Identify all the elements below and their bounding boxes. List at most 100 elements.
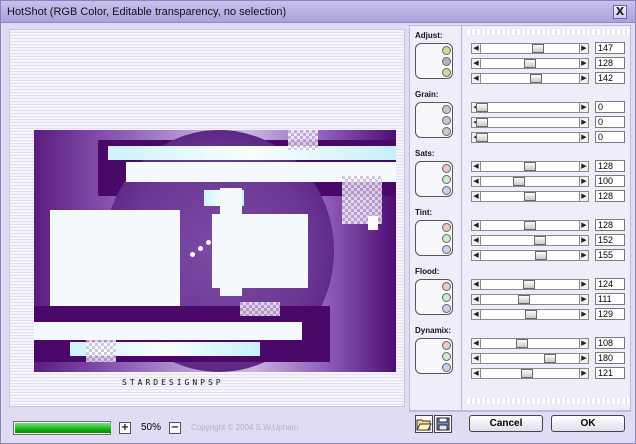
arrow-left-icon[interactable]: ◀ (472, 295, 481, 304)
slider-thumb[interactable] (518, 295, 531, 304)
slider-1-0[interactable]: ◀▶ (471, 102, 589, 113)
value-input-4-2[interactable]: 129 (595, 308, 625, 320)
arrow-right-icon[interactable]: ▶ (579, 162, 588, 171)
value-input-4-1[interactable]: 111 (595, 293, 625, 305)
arrow-left-icon[interactable]: ◀ (472, 251, 481, 260)
slider-thumb[interactable] (521, 369, 534, 378)
slider-thumb[interactable] (524, 192, 536, 201)
slider-2-2[interactable]: ◀ ▶ (471, 191, 589, 202)
arrow-right-icon[interactable]: ▶ (579, 118, 588, 127)
slider-thumb[interactable] (529, 74, 542, 83)
arrow-left-icon[interactable]: ◀ (472, 236, 481, 245)
arrow-right-icon[interactable]: ▶ (579, 310, 588, 319)
slider-2-1[interactable]: ◀ ▶ (471, 176, 589, 187)
slider-5-1[interactable]: ◀ ▶ (471, 353, 589, 364)
arrow-right-icon[interactable]: ▶ (579, 44, 588, 53)
arrow-left-icon[interactable]: ◀ (472, 192, 481, 201)
value-input-2-2[interactable]: 128 (595, 190, 625, 202)
slider-thumb[interactable] (516, 339, 529, 348)
slider-thumb[interactable] (544, 354, 557, 363)
value-input-0-2[interactable]: 142 (595, 72, 625, 84)
value-input-4-0[interactable]: 124 (595, 278, 625, 290)
preview-canvas[interactable] (34, 130, 396, 372)
slider-0-2[interactable]: ◀ ▶ (471, 73, 589, 84)
value-input-1-1[interactable]: 0 (595, 116, 625, 128)
arrow-right-icon[interactable]: ▶ (579, 369, 588, 378)
arrow-left-icon[interactable]: ◀ (472, 354, 481, 363)
open-button[interactable] (415, 415, 433, 433)
slider-thumb[interactable] (476, 103, 488, 112)
slider-thumb[interactable] (531, 44, 544, 53)
value-input-5-2[interactable]: 121 (595, 367, 625, 379)
arrow-left-icon[interactable]: ◀ (472, 369, 481, 378)
arrow-right-icon[interactable]: ▶ (579, 59, 588, 68)
zoom-in-button[interactable]: + (119, 422, 131, 434)
value-input-5-0[interactable]: 108 (595, 337, 625, 349)
value-input-1-2[interactable]: 0 (595, 131, 625, 143)
slider-5-2[interactable]: ◀ ▶ (471, 368, 589, 379)
zoom-out-button[interactable]: − (169, 422, 181, 434)
group-preset-button-5[interactable] (415, 338, 453, 374)
slider-3-2[interactable]: ◀ ▶ (471, 250, 589, 261)
group-preset-button-3[interactable] (415, 220, 453, 256)
group-preset-button-0[interactable] (415, 43, 453, 79)
arrow-left-icon[interactable]: ◀ (472, 280, 481, 289)
slider-3-0[interactable]: ◀ ▶ (471, 220, 589, 231)
arrow-right-icon[interactable]: ▶ (579, 280, 588, 289)
arrow-left-icon[interactable]: ◀ (472, 310, 481, 319)
value-input-2-1[interactable]: 100 (595, 175, 625, 187)
slider-thumb[interactable] (523, 280, 536, 289)
slider-1-1[interactable]: ◀▶ (471, 117, 589, 128)
slider-thumb[interactable] (476, 133, 488, 142)
slider-thumb[interactable] (524, 59, 536, 68)
value-input-1-0[interactable]: 0 (595, 101, 625, 113)
ok-button[interactable]: OK (551, 415, 625, 432)
slider-4-2[interactable]: ◀ ▶ (471, 309, 589, 320)
arrow-right-icon[interactable]: ▶ (579, 354, 588, 363)
slider-thumb[interactable] (524, 221, 536, 230)
slider-4-0[interactable]: ◀ ▶ (471, 279, 589, 290)
value-input-2-0[interactable]: 128 (595, 160, 625, 172)
value-input-3-2[interactable]: 155 (595, 249, 625, 261)
arrow-right-icon[interactable]: ▶ (579, 339, 588, 348)
arrow-right-icon[interactable]: ▶ (579, 236, 588, 245)
slider-1-2[interactable]: ◀▶ (471, 132, 589, 143)
slider-thumb[interactable] (524, 310, 537, 319)
arrow-left-icon[interactable]: ◀ (472, 339, 481, 348)
arrow-right-icon[interactable]: ▶ (579, 192, 588, 201)
arrow-right-icon[interactable]: ▶ (579, 295, 588, 304)
slider-thumb[interactable] (476, 118, 488, 127)
value-input-5-1[interactable]: 180 (595, 352, 625, 364)
slider-2-0[interactable]: ◀ ▶ (471, 161, 589, 172)
arrow-left-icon[interactable]: ◀ (472, 162, 481, 171)
arrow-right-icon[interactable]: ▶ (579, 133, 588, 142)
group-preset-button-4[interactable] (415, 279, 453, 315)
slider-0-1[interactable]: ◀ ▶ (471, 58, 589, 69)
arrow-left-icon[interactable]: ◀ (472, 74, 481, 83)
group-preset-button-2[interactable] (415, 161, 453, 197)
arrow-left-icon[interactable]: ◀ (472, 59, 481, 68)
arrow-left-icon[interactable]: ◀ (472, 177, 481, 186)
slider-thumb[interactable] (534, 251, 547, 260)
slider-3-1[interactable]: ◀ ▶ (471, 235, 589, 246)
slider-4-1[interactable]: ◀ ▶ (471, 294, 589, 305)
arrow-right-icon[interactable]: ▶ (579, 74, 588, 83)
arrow-right-icon[interactable]: ▶ (579, 221, 588, 230)
slider-thumb[interactable] (513, 177, 526, 186)
arrow-right-icon[interactable]: ▶ (579, 103, 588, 112)
value-input-0-1[interactable]: 128 (595, 57, 625, 69)
group-preset-button-1[interactable] (415, 102, 453, 138)
slider-thumb[interactable] (533, 236, 546, 245)
arrow-left-icon[interactable]: ◀ (472, 44, 481, 53)
value-input-3-1[interactable]: 152 (595, 234, 625, 246)
arrow-right-icon[interactable]: ▶ (579, 251, 588, 260)
value-input-0-0[interactable]: 147 (595, 42, 625, 54)
slider-5-0[interactable]: ◀ ▶ (471, 338, 589, 349)
close-button[interactable]: X (613, 5, 627, 19)
save-button[interactable] (434, 415, 452, 433)
slider-thumb[interactable] (524, 162, 536, 171)
arrow-left-icon[interactable]: ◀ (472, 221, 481, 230)
arrow-right-icon[interactable]: ▶ (579, 177, 588, 186)
title-bar[interactable]: HotShot (RGB Color, Editable transparenc… (1, 1, 635, 23)
slider-0-0[interactable]: ◀ ▶ (471, 43, 589, 54)
